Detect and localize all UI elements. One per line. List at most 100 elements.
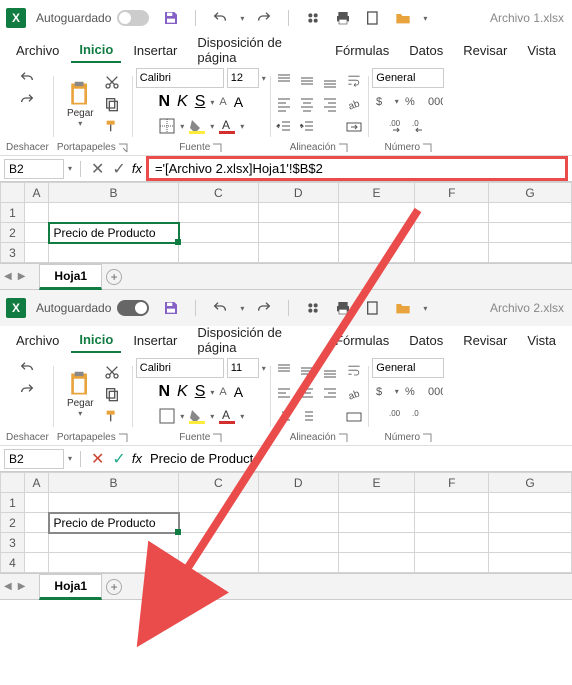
touch-icon-2[interactable] (303, 298, 323, 318)
font-color-icon-2[interactable]: A (217, 406, 237, 426)
align-center-icon[interactable] (297, 94, 317, 114)
tab-archivo-2[interactable]: Archivo (8, 329, 67, 352)
decrease-decimal-icon-2[interactable]: .0 (410, 404, 430, 424)
font-size-combo[interactable] (227, 68, 259, 88)
tab-insertar[interactable]: Insertar (125, 39, 185, 62)
tab-disposicion[interactable]: Disposición de página (189, 31, 323, 69)
underline-button[interactable]: S (193, 91, 208, 113)
undo-big-icon-2[interactable] (17, 358, 37, 378)
print-icon[interactable] (333, 8, 353, 28)
align-right-icon-2[interactable] (320, 384, 340, 404)
tab-revisar-2[interactable]: Revisar (455, 329, 515, 352)
enter-icon[interactable]: ✓ (110, 157, 127, 181)
grid-2[interactable]: ABCDEFG 1 2Precio de Producto 3 4 (0, 472, 572, 573)
italic-button[interactable]: K (175, 91, 190, 113)
tab-datos[interactable]: Datos (401, 39, 451, 62)
increase-indent-icon[interactable] (297, 117, 317, 137)
bold-button-2[interactable]: N (156, 381, 172, 403)
add-sheet-button-2[interactable]: + (106, 579, 122, 595)
increase-font-button-2[interactable]: A (232, 382, 245, 402)
underline-button-2[interactable]: S (193, 381, 208, 403)
fill-color-icon-2[interactable] (187, 406, 207, 426)
align-middle-icon[interactable] (297, 71, 317, 91)
redo-big-icon[interactable] (17, 90, 37, 110)
align-bottom-icon-2[interactable] (320, 361, 340, 381)
paste-button-2[interactable]: Pegar ▾ (62, 368, 98, 420)
sheet-tab-2[interactable]: Hoja1 (39, 574, 102, 600)
redo-icon[interactable] (254, 8, 274, 28)
borders-icon-2[interactable] (157, 406, 177, 426)
enter-icon-2[interactable]: ✓ (110, 447, 127, 471)
align-right-icon[interactable] (320, 94, 340, 114)
save-icon[interactable] (161, 8, 181, 28)
tab-formulas-2[interactable]: Fórmulas (327, 329, 397, 352)
fx-icon-2[interactable]: fx (132, 451, 142, 466)
copy-icon[interactable] (102, 94, 122, 114)
font-name-combo[interactable] (136, 68, 224, 88)
wrap-text-icon-2[interactable] (344, 361, 364, 381)
merge-icon[interactable] (344, 117, 364, 137)
tab-archivo[interactable]: Archivo (8, 39, 67, 62)
open-icon-2[interactable] (393, 298, 413, 318)
fx-icon[interactable]: fx (132, 161, 142, 176)
align-middle-icon-2[interactable] (297, 361, 317, 381)
add-sheet-button-1[interactable]: + (106, 269, 122, 285)
name-box-1[interactable] (4, 159, 64, 179)
decrease-font-button[interactable]: A (217, 94, 228, 110)
autosave-toggle-1[interactable]: Autoguardado (36, 10, 149, 26)
percent-icon[interactable]: % (402, 91, 422, 111)
decrease-decimal-icon[interactable]: .0 (410, 114, 430, 134)
wrap-text-icon[interactable] (344, 71, 364, 91)
undo-icon-2[interactable] (210, 298, 230, 318)
undo-icon[interactable] (210, 8, 230, 28)
font-size-combo-2[interactable] (227, 358, 259, 378)
cancel-icon[interactable]: ✕ (89, 157, 106, 181)
percent-icon-2[interactable]: % (402, 381, 422, 401)
tab-inicio-2[interactable]: Inicio (71, 328, 121, 353)
cell-b2-2[interactable]: Precio de Producto (49, 513, 179, 533)
tab-inicio[interactable]: Inicio (71, 38, 121, 63)
increase-font-button[interactable]: A (232, 92, 245, 112)
font-name-combo-2[interactable] (136, 358, 224, 378)
cut-icon-2[interactable] (102, 362, 122, 382)
align-center-icon-2[interactable] (297, 384, 317, 404)
comma-icon[interactable]: 000 (425, 91, 445, 111)
decrease-indent-icon[interactable] (274, 117, 294, 137)
formula-input-2[interactable] (146, 449, 568, 468)
format-painter-icon-2[interactable] (102, 406, 122, 426)
align-left-icon[interactable] (274, 94, 294, 114)
fill-color-icon[interactable] (187, 116, 207, 136)
tab-vista-2[interactable]: Vista (519, 329, 564, 352)
autosave-toggle-2[interactable]: Autoguardado (36, 300, 149, 316)
touch-icon[interactable] (303, 8, 323, 28)
new-icon[interactable] (363, 8, 383, 28)
decrease-indent-icon-2[interactable] (274, 407, 294, 427)
new-icon-2[interactable] (363, 298, 383, 318)
comma-icon-2[interactable]: 000 (425, 381, 445, 401)
cut-icon[interactable] (102, 72, 122, 92)
redo-big-icon-2[interactable] (17, 380, 37, 400)
increase-decimal-icon-2[interactable]: .00 (387, 404, 407, 424)
tab-insertar-2[interactable]: Insertar (125, 329, 185, 352)
merge-icon-2[interactable] (344, 407, 364, 427)
orientation-icon-2[interactable]: ab (344, 384, 364, 404)
currency-icon-2[interactable]: $ (372, 381, 392, 401)
italic-button-2[interactable]: K (175, 381, 190, 403)
undo-big-icon[interactable] (17, 68, 37, 88)
formula-text-1[interactable]: ='[Archivo 2.xlsx]Hoja1'!$B$2 (155, 161, 323, 176)
decrease-font-button-2[interactable]: A (217, 384, 228, 400)
sheet-tab-1[interactable]: Hoja1 (39, 264, 102, 290)
align-bottom-icon[interactable] (320, 71, 340, 91)
align-top-icon[interactable] (274, 71, 294, 91)
increase-indent-icon-2[interactable] (297, 407, 317, 427)
number-format-combo[interactable] (372, 68, 444, 88)
paste-button[interactable]: Pegar ▾ (62, 78, 98, 130)
number-format-combo-2[interactable] (372, 358, 444, 378)
tab-disposicion-2[interactable]: Disposición de página (189, 321, 323, 359)
tab-revisar[interactable]: Revisar (455, 39, 515, 62)
font-color-icon[interactable]: A (217, 116, 237, 136)
currency-icon[interactable]: $ (372, 91, 392, 111)
open-icon[interactable] (393, 8, 413, 28)
orientation-icon[interactable]: ab (344, 94, 364, 114)
format-painter-icon[interactable] (102, 116, 122, 136)
